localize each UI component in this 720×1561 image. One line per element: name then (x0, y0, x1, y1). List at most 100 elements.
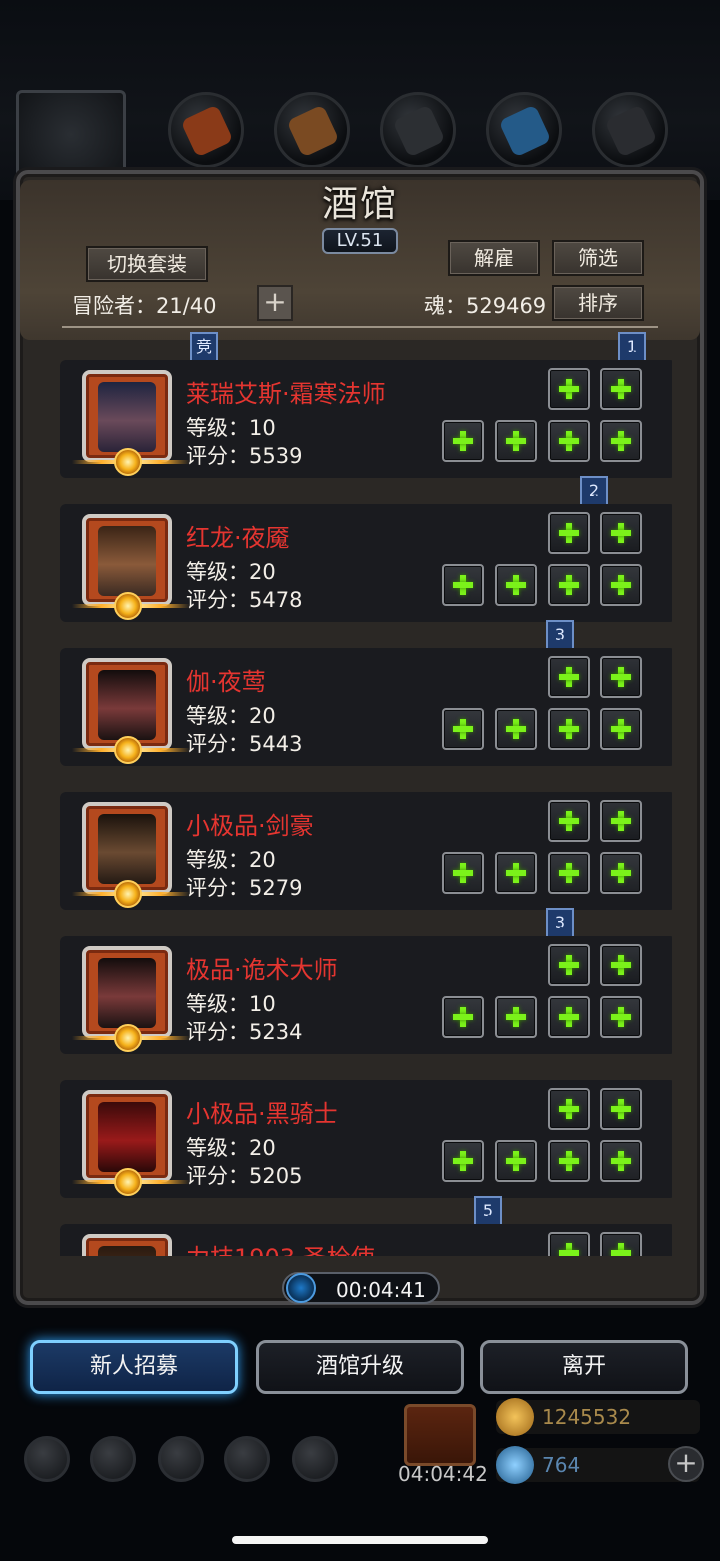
hero-score: 评分：5478 (186, 588, 303, 612)
weapon-slot[interactable] (442, 852, 484, 894)
resource-orb-2 (274, 92, 350, 168)
amulet-slot[interactable] (600, 1140, 642, 1182)
hero-name: 红龙·夜魇 (186, 524, 290, 552)
ring-slot[interactable] (548, 852, 590, 894)
resource-orb-1 (168, 92, 244, 168)
recruit-button[interactable]: 新人招募 (30, 1340, 238, 1394)
hero-level: 等级：10 (186, 992, 276, 1016)
hero-portrait (72, 658, 190, 764)
gift-timer: 04:04:42 (398, 1462, 488, 1486)
amulet-slot[interactable] (600, 852, 642, 894)
star-badge-icon (114, 592, 142, 620)
equip-slot-1[interactable] (548, 1232, 590, 1256)
mail-icon[interactable] (224, 1436, 270, 1482)
hero-name: 小极品·剑豪 (186, 812, 314, 840)
equip-slot-1[interactable] (548, 368, 590, 410)
star-badge-icon (114, 1168, 142, 1196)
weapon-slot[interactable] (442, 996, 484, 1038)
weapon-slot[interactable] (442, 420, 484, 462)
hero-name: 小极品·黑骑士 (186, 1100, 338, 1128)
ring-slot[interactable] (548, 564, 590, 606)
hero-row[interactable]: 小极品·剑豪 等级：20 评分：5279 (60, 792, 672, 910)
armor-slot[interactable] (495, 420, 537, 462)
star-badge-icon (114, 1024, 142, 1052)
star-badge-icon (114, 448, 142, 476)
hero-row[interactable]: 伽·夜莺 等级：20 评分：5443 (60, 648, 672, 766)
armor-slot[interactable] (495, 996, 537, 1038)
hero-score: 评分：5234 (186, 1020, 303, 1044)
hero-row[interactable]: 莱瑞艾斯·霜寒法师 等级：10 评分：5539 (60, 360, 672, 478)
ring-slot[interactable] (548, 1140, 590, 1182)
weapon-slot[interactable] (442, 564, 484, 606)
equip-slot-2[interactable] (600, 1088, 642, 1130)
leave-button[interactable]: 离开 (480, 1340, 688, 1394)
resource-orb-5 (592, 92, 668, 168)
amulet-slot[interactable] (600, 996, 642, 1038)
gold-icon (496, 1398, 534, 1436)
hero-name: 力技1903·圣枪使 (186, 1238, 375, 1256)
equip-slot-2[interactable] (600, 512, 642, 554)
filter-button[interactable]: 筛选 (552, 240, 644, 276)
hero-level: 等级：20 (186, 560, 276, 584)
clock-icon (286, 1273, 316, 1303)
home-indicator[interactable] (232, 1536, 488, 1544)
ring-slot[interactable] (548, 708, 590, 750)
armor-slot[interactable] (495, 564, 537, 606)
star-badge-icon (114, 736, 142, 764)
gold-counter: 1245532 (496, 1398, 700, 1436)
add-currency-button[interactable]: + (668, 1446, 704, 1482)
gold-value: 1245532 (542, 1405, 632, 1429)
achievement-icon[interactable] (90, 1436, 136, 1482)
gem-icon (496, 1446, 534, 1484)
hero-list[interactable]: 竞 1 莱瑞艾斯·霜寒法师 等级：10 评分：5539 2 红龙·夜魇 等级：2… (56, 330, 672, 1256)
guild-icon[interactable] (158, 1436, 204, 1482)
armor-slot[interactable] (495, 852, 537, 894)
switch-outfit-button[interactable]: 切换套装 (86, 246, 208, 282)
hero-portrait (72, 946, 190, 1052)
sort-button[interactable]: 排序 (552, 285, 644, 321)
amulet-slot[interactable] (600, 564, 642, 606)
equip-slot-1[interactable] (548, 1088, 590, 1130)
equip-slot-2[interactable] (600, 1232, 642, 1256)
hero-row[interactable]: 极品·诡术大师 等级：10 评分：5234 (60, 936, 672, 1054)
equip-slot-1[interactable] (548, 944, 590, 986)
ring-slot[interactable] (548, 420, 590, 462)
hero-row[interactable]: 小极品·黑骑士 等级：20 评分：5205 (60, 1080, 672, 1198)
star-badge-icon (114, 880, 142, 908)
hero-portrait (72, 370, 190, 476)
weapon-slot[interactable] (442, 1140, 484, 1182)
gem-value: 764 (542, 1453, 581, 1477)
adventurer-count: 冒险者：21/40 (72, 294, 217, 318)
level-badge: LV.51 (322, 228, 398, 254)
equip-slot-2[interactable] (600, 656, 642, 698)
upgrade-tavern-button[interactable]: 酒馆升级 (256, 1340, 464, 1394)
armor-slot[interactable] (495, 1140, 537, 1182)
hero-portrait (72, 514, 190, 620)
equip-slot-1[interactable] (548, 656, 590, 698)
hero-level: 等级：20 (186, 704, 276, 728)
gift-box-icon[interactable] (404, 1404, 476, 1466)
hero-name: 莱瑞艾斯·霜寒法师 (186, 380, 386, 408)
equip-slot-2[interactable] (600, 368, 642, 410)
equip-slot-2[interactable] (600, 800, 642, 842)
settings-icon[interactable] (24, 1436, 70, 1482)
hero-level: 等级：20 (186, 1136, 276, 1160)
hero-level: 等级：20 (186, 848, 276, 872)
shop-icon[interactable] (292, 1436, 338, 1482)
armor-slot[interactable] (495, 708, 537, 750)
timer-text: 00:04:41 (336, 1278, 426, 1302)
hero-row[interactable]: 红龙·夜魇 等级：20 评分：5478 (60, 504, 672, 622)
weapon-slot[interactable] (442, 708, 484, 750)
amulet-slot[interactable] (600, 708, 642, 750)
amulet-slot[interactable] (600, 420, 642, 462)
hero-row[interactable]: 力技1903·圣枪使 (60, 1224, 672, 1256)
hero-portrait (82, 1234, 172, 1256)
hero-name: 极品·诡术大师 (186, 956, 338, 984)
ring-slot[interactable] (548, 996, 590, 1038)
equip-slot-1[interactable] (548, 512, 590, 554)
resource-orb-3 (380, 92, 456, 168)
equip-slot-1[interactable] (548, 800, 590, 842)
expand-capacity-button[interactable]: + (257, 285, 293, 321)
equip-slot-2[interactable] (600, 944, 642, 986)
dismiss-button[interactable]: 解雇 (448, 240, 540, 276)
